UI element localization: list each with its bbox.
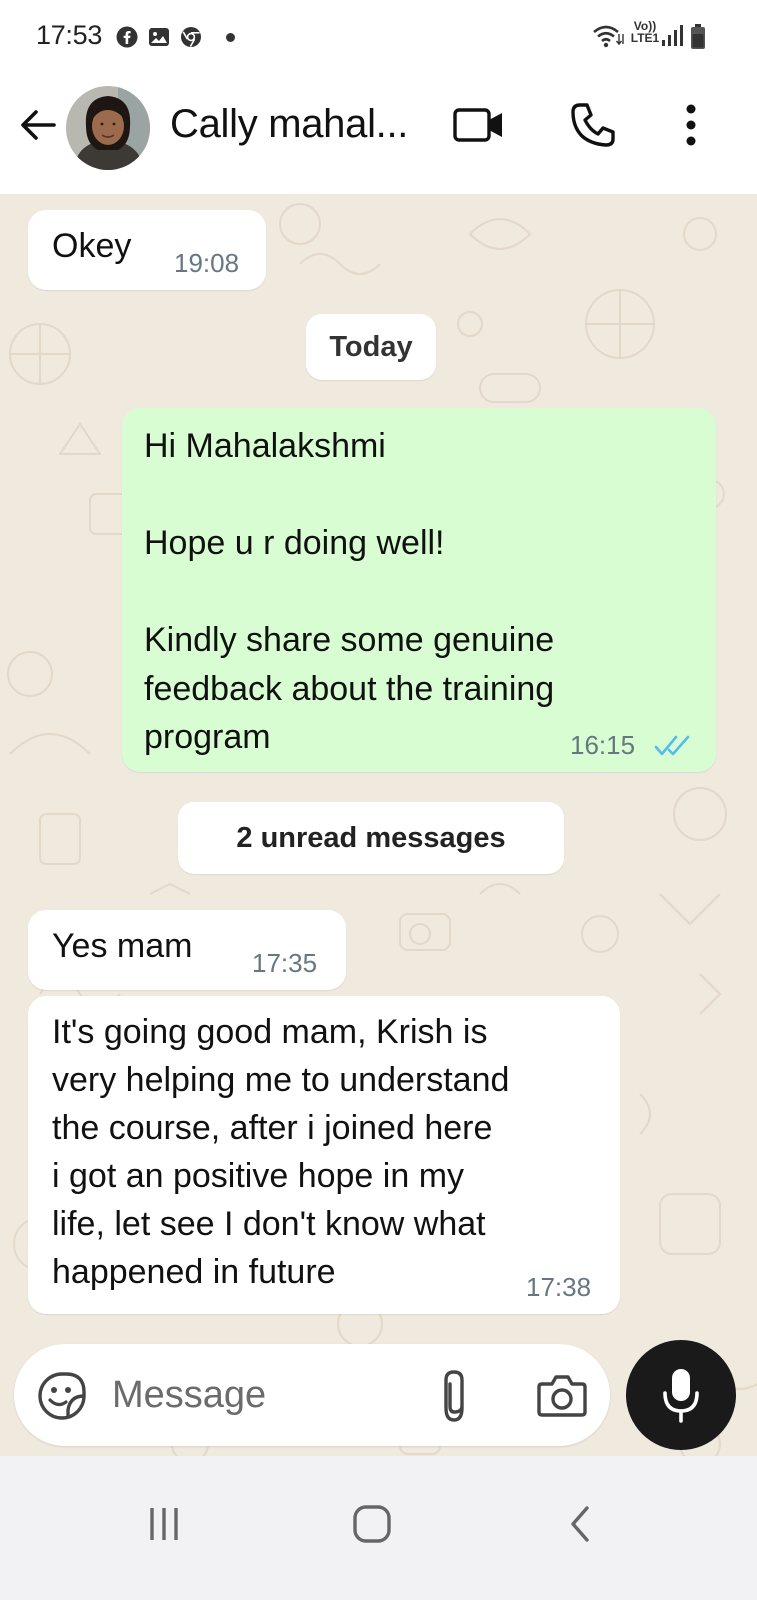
message-text: It's going good mam, Krish is very helpi… xyxy=(52,1013,510,1291)
date-divider-label: Today xyxy=(329,330,413,363)
back-button[interactable] xyxy=(548,1492,612,1556)
unread-divider-label: 2 unread messages xyxy=(236,821,506,854)
video-call-icon xyxy=(453,108,502,142)
home-button[interactable] xyxy=(340,1492,404,1556)
camera-icon[interactable] xyxy=(536,1370,588,1420)
message-bubble-incoming[interactable]: It's going good mam, Krish is very helpi… xyxy=(28,996,620,1314)
wifi-icon xyxy=(593,25,624,48)
gallery-icon xyxy=(149,28,169,46)
voice-message-button[interactable] xyxy=(626,1340,736,1450)
message-text: Okey xyxy=(52,227,132,265)
voice-call-button[interactable] xyxy=(566,98,620,152)
back-chevron-icon xyxy=(571,1506,589,1542)
message-text: Yes mam xyxy=(52,927,193,965)
contact-name[interactable]: Cally mahal... xyxy=(170,102,408,147)
recent-apps-icon xyxy=(150,1508,178,1540)
status-bar: 17:53 Vo)) LTE1 xyxy=(0,0,757,72)
system-navigation-bar xyxy=(0,1456,757,1600)
read-receipt-double-check-icon xyxy=(654,735,690,756)
sticker-emoji-icon[interactable] xyxy=(36,1370,88,1422)
video-call-button[interactable] xyxy=(452,98,506,152)
message-bubble-incoming[interactable]: Yes mam 17:35 xyxy=(28,910,346,990)
facebook-icon xyxy=(116,26,138,48)
chat-header: Cally mahal... xyxy=(0,72,757,194)
message-bubble-incoming[interactable]: Okey 19:08 xyxy=(28,210,266,290)
message-bubble-outgoing[interactable]: Hi Mahalakshmi Hope u r doing well! Kind… xyxy=(122,408,716,772)
battery-icon xyxy=(691,24,705,49)
chat-area[interactable]: Okey 19:08 Today Hi Mahalakshmi Hope u r… xyxy=(0,194,757,1484)
attach-paperclip-icon[interactable] xyxy=(434,1368,474,1424)
more-options-icon xyxy=(686,104,696,146)
phone-icon xyxy=(571,103,615,147)
chrome-icon xyxy=(181,27,201,47)
more-notifications-dot xyxy=(226,33,235,42)
status-time: 17:53 xyxy=(36,20,103,50)
message-text: Hi Mahalakshmi Hope u r doing well! Kind… xyxy=(144,427,555,756)
back-arrow-icon[interactable] xyxy=(16,102,62,148)
signal-icon xyxy=(662,25,683,46)
message-time: 17:35 xyxy=(252,948,318,978)
recent-apps-button[interactable] xyxy=(132,1492,196,1556)
contact-avatar[interactable] xyxy=(66,86,150,170)
message-time: 17:38 xyxy=(526,1272,592,1302)
date-divider: Today xyxy=(306,314,436,380)
network-type-label: Vo)) LTE1 xyxy=(630,19,660,45)
unread-messages-divider: 2 unread messages xyxy=(178,802,564,874)
message-input[interactable] xyxy=(112,1364,412,1426)
microphone-icon xyxy=(663,1369,699,1423)
message-time: 19:08 xyxy=(174,248,240,278)
message-time: 16:15 xyxy=(570,730,636,760)
more-options-button[interactable] xyxy=(664,98,718,152)
home-icon xyxy=(353,1505,391,1543)
message-composer xyxy=(14,1344,610,1446)
